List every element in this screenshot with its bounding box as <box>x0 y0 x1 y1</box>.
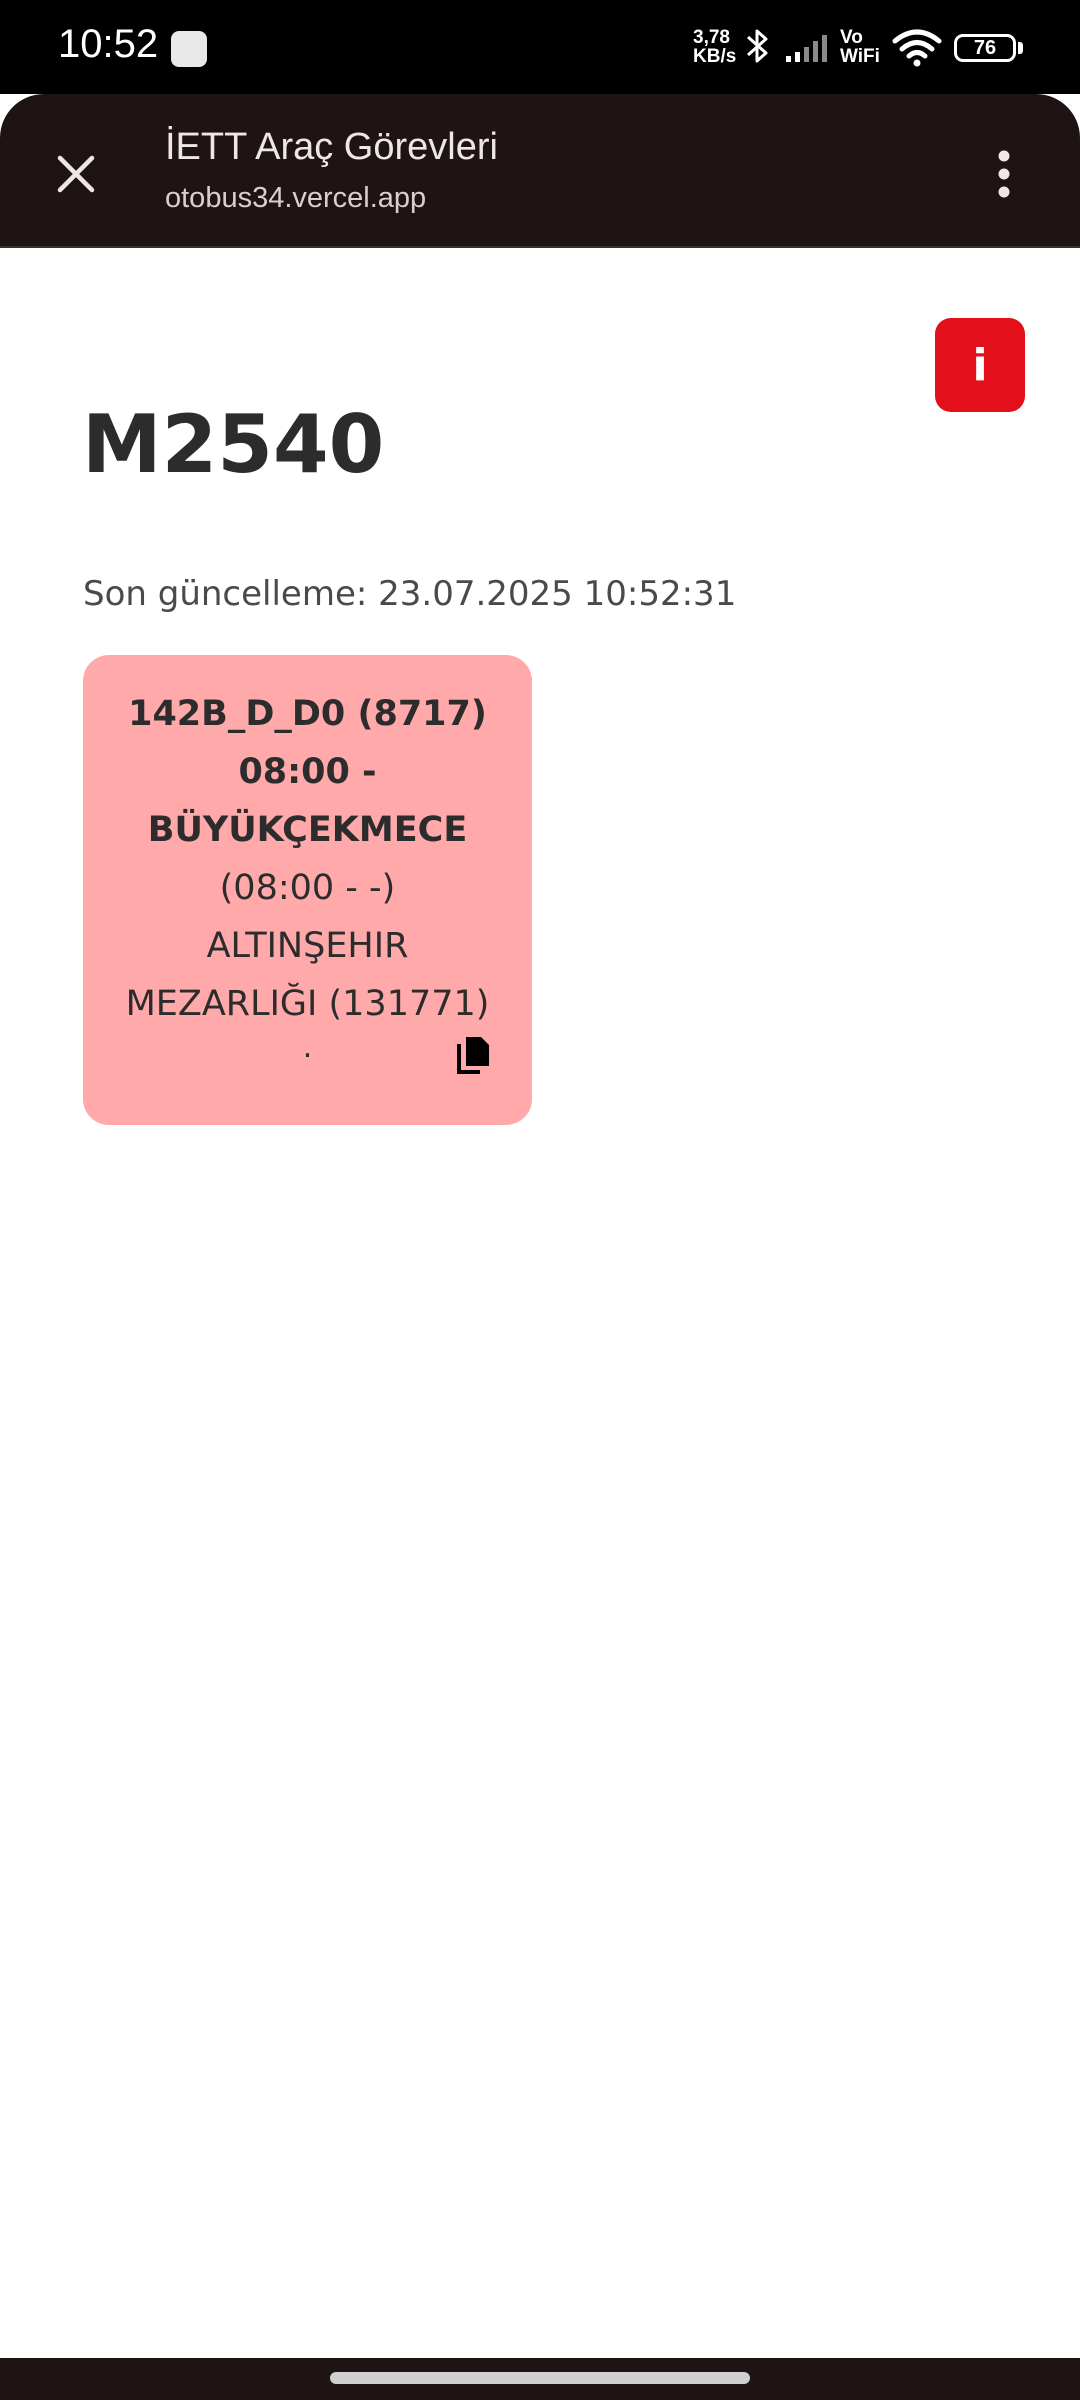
page-title: M2540 <box>82 398 385 491</box>
bluetooth-icon <box>747 29 768 63</box>
task-route-time: 08:00 - <box>238 752 377 792</box>
close-button[interactable] <box>40 138 112 210</box>
task-route-destination: BÜYÜKÇEKMECE <box>147 810 468 850</box>
navigation-bar <box>0 2358 1080 2400</box>
task-card: 142B_D_D0 (8717) 08:00 - BÜYÜKÇEKMECE (0… <box>83 655 532 1125</box>
wifi-icon <box>892 29 942 67</box>
battery-tip <box>1018 42 1023 54</box>
browser-page-title: İETT Araç Görevleri <box>165 126 498 168</box>
status-time: 10:52 <box>58 22 159 66</box>
last-update-text: Son güncelleme: 23.07.2025 10:52:31 <box>83 574 737 614</box>
page-content: i M2540 Son güncelleme: 23.07.2025 10:52… <box>0 248 1080 2358</box>
task-time-range: (08:00 - -) <box>219 868 396 908</box>
browser-url[interactable]: otobus34.vercel.app <box>165 182 426 215</box>
info-button[interactable]: i <box>935 318 1025 412</box>
task-stop-line1: ALTINŞEHIR <box>206 926 409 966</box>
copy-icon[interactable] <box>456 1035 492 1075</box>
close-icon <box>57 155 95 193</box>
notification-icon <box>171 31 207 67</box>
task-route-code: 142B_D_D0 (8717) <box>128 694 487 734</box>
vowifi-indicator: Vo WiFi <box>840 27 880 67</box>
battery-indicator: 76 <box>954 34 1016 62</box>
browser-toolbar: İETT Araç Görevleri otobus34.vercel.app <box>0 94 1080 248</box>
signal-icon <box>786 35 827 62</box>
more-vert-icon <box>998 150 1010 198</box>
more-options-button[interactable] <box>980 138 1028 210</box>
network-speed: 3,78 KB/s <box>693 27 737 67</box>
status-bar: 10:52 3,78 KB/s Vo WiFi 76 <box>0 0 1080 94</box>
task-stop-line2: MEZARLIĞI (131771) <box>125 984 490 1024</box>
gesture-handle[interactable] <box>330 2372 750 2384</box>
